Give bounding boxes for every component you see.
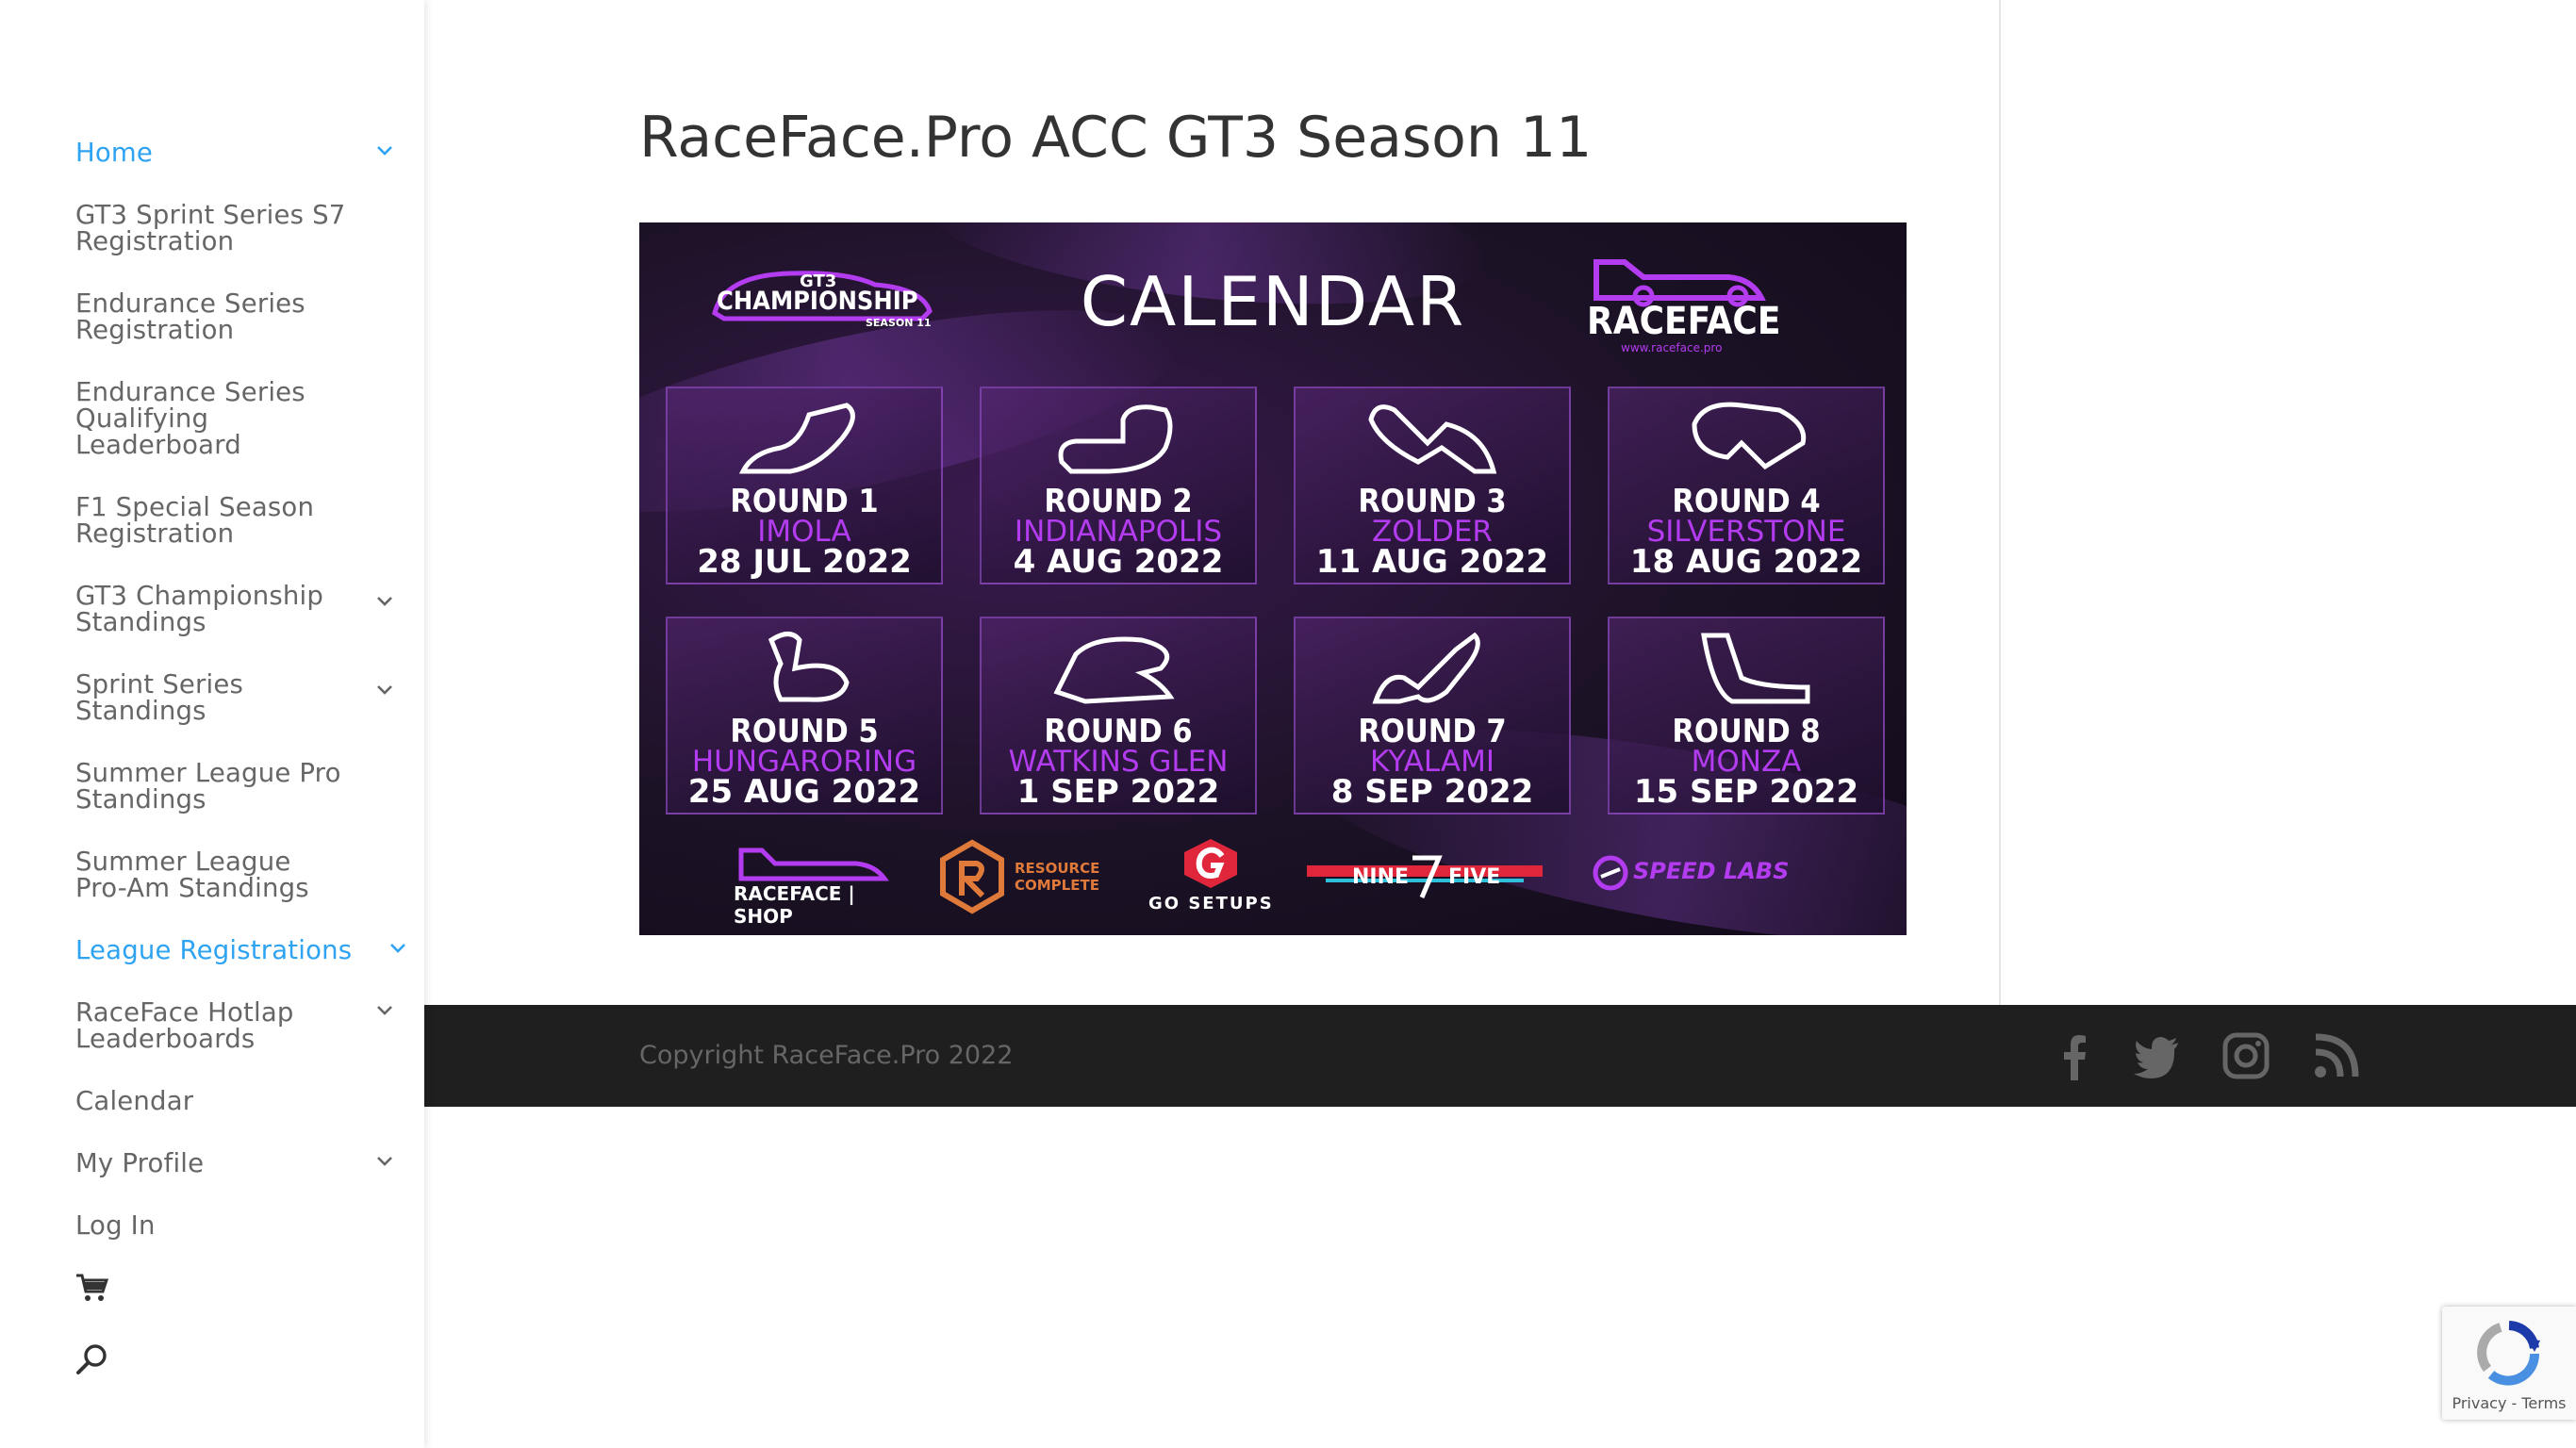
sidebar-item-label: Summer League Pro-Am Standings [75, 847, 309, 903]
track-map-icon [768, 632, 850, 702]
sidebar-item-sprint-standings[interactable]: Sprint Series Standings [75, 671, 396, 724]
resource-line2: COMPLETE [1015, 877, 1099, 894]
facebook-icon[interactable] [2050, 1031, 2099, 1080]
round-date: 28 JUL 2022 [697, 543, 912, 581]
recaptcha-terms-link[interactable]: Terms [2521, 1394, 2566, 1412]
raceface-shop-text: RACEFACE | SHOP [734, 882, 855, 928]
track-map-icon [1701, 633, 1810, 704]
recaptcha-badge[interactable]: Privacy - Terms [2442, 1307, 2576, 1420]
chevron-down-icon[interactable] [373, 679, 396, 701]
raceface-logo-main: RACEFACE [1587, 300, 1781, 343]
calendar-image[interactable]: GT3 CHAMPIONSHIP SEASON 11 CALENDAR RACE… [639, 222, 1907, 935]
sidebar-nav: Home GT3 Sprint Series S7 Registration E… [0, 0, 424, 1448]
sidebar-item-endurance-registration[interactable]: Endurance Series Registration [75, 290, 396, 343]
nine-text: NINE [1352, 865, 1410, 889]
sidebar-item-gt3-standings[interactable]: GT3 Championship Standings [75, 583, 396, 635]
sidebar-item-label: League Registrations [75, 935, 353, 965]
sidebar-item-gt3-sprint-registration[interactable]: GT3 Sprint Series S7 Registration [75, 202, 396, 255]
sidebar-item-label: Endurance Series Qualifying Leaderboard [75, 377, 305, 460]
search-icon[interactable] [75, 1342, 109, 1376]
sidebar-item-label: GT3 Championship Standings [75, 581, 324, 637]
speed-labs-text: SPEED LABS [1633, 858, 1790, 884]
sidebar-item-my-profile[interactable]: My Profile [75, 1150, 396, 1176]
round-date: 8 SEP 2022 [1330, 773, 1534, 811]
content-divider [1999, 0, 2001, 1005]
track-map-icon [738, 403, 855, 474]
sidebar-item-hotlap-leaderboards[interactable]: RaceFace Hotlap Leaderboards [75, 999, 396, 1052]
sidebar-item-label: Calendar [75, 1086, 194, 1116]
resource-complete-logo: RESOURCE COMPLETE [939, 839, 1109, 914]
sidebar-item-summer-pro[interactable]: Summer League Pro Standings [75, 760, 396, 813]
sidebar-item-label: RaceFace Hotlap Leaderboards [75, 997, 294, 1054]
sidebar-item-label: GT3 Sprint Series S7 Registration [75, 200, 346, 256]
round-card: ROUND 3 ZOLDER 11 AUG 2022 [1294, 387, 1571, 584]
track-map-icon [1053, 636, 1175, 704]
sidebar-item-summer-pro-am[interactable]: Summer League Pro-Am Standings [75, 848, 396, 901]
round-date: 1 SEP 2022 [1016, 773, 1220, 811]
go-setups-logo: GO SETUPS [1145, 837, 1277, 913]
chevron-down-icon[interactable] [387, 937, 409, 960]
sidebar-item-label: My Profile [75, 1148, 205, 1178]
round-card: ROUND 6 WATKINS GLEN 1 SEP 2022 [980, 617, 1257, 814]
raceface-shop-logo: RACEFACE | SHOP [734, 845, 894, 928]
round-date: 15 SEP 2022 [1633, 773, 1859, 811]
recaptcha-icon [2477, 1321, 2540, 1386]
sidebar-item-label: Sprint Series Standings [75, 669, 243, 726]
recaptcha-separator: - [2506, 1394, 2522, 1412]
chevron-down-icon[interactable] [373, 590, 396, 613]
round-date: 11 AUG 2022 [1315, 543, 1549, 581]
raceface-logo-url: www.raceface.pro [1621, 341, 1723, 354]
sidebar-item-log-in[interactable]: Log In [75, 1212, 396, 1239]
round-card: ROUND 4 SILVERSTONE 18 AUG 2022 [1608, 387, 1885, 584]
sidebar-item-calendar[interactable]: Calendar [75, 1088, 396, 1114]
nine-five-logo: NINE FIVE [1307, 854, 1543, 901]
twitter-icon[interactable] [2133, 1031, 2182, 1080]
sidebar-item-league-registrations[interactable]: League Registrations [75, 935, 405, 965]
round-card: ROUND 8 MONZA 15 SEP 2022 [1608, 617, 1885, 814]
round-card: ROUND 1 IMOLA 28 JUL 2022 [666, 387, 943, 584]
speed-labs-logo: SPEED LABS [1592, 852, 1827, 899]
resource-line1: RESOURCE [1015, 860, 1100, 877]
chevron-down-icon[interactable] [373, 1150, 396, 1173]
chevron-down-icon[interactable] [373, 140, 396, 162]
instagram-icon[interactable] [2221, 1031, 2271, 1080]
five-text: FIVE [1448, 865, 1501, 889]
go-setups-text: GO SETUPS [1148, 894, 1274, 913]
round-date: 4 AUG 2022 [1013, 543, 1224, 581]
track-map-icon [1368, 404, 1497, 474]
sidebar-item-label: F1 Special Season Registration [75, 492, 315, 549]
round-card: ROUND 5 HUNGARORING 25 AUG 2022 [666, 617, 943, 814]
sidebar-item-label: Home [75, 138, 154, 168]
footer: Copyright RaceFace.Pro 2022 [424, 1005, 2576, 1107]
sidebar-item-home[interactable]: Home [75, 140, 396, 166]
round-card: ROUND 2 INDIANAPOLIS 4 AUG 2022 [980, 387, 1257, 584]
page-title: RaceFace.Pro ACC GT3 Season 11 [639, 105, 1593, 171]
shopping-cart-icon[interactable] [75, 1273, 109, 1303]
recaptcha-links: Privacy - Terms [2442, 1394, 2576, 1412]
round-date: 18 AUG 2022 [1629, 543, 1863, 581]
sidebar-item-label: Endurance Series Registration [75, 288, 305, 345]
raceface-logo: RACEFACE www.raceface.pro [1587, 251, 1780, 354]
track-map-icon [1372, 632, 1480, 704]
sidebar-item-f1-registration[interactable]: F1 Special Season Registration [75, 494, 396, 547]
round-date: 25 AUG 2022 [687, 773, 921, 811]
chevron-down-icon[interactable] [373, 999, 396, 1022]
round-card: ROUND 7 KYALAMI 8 SEP 2022 [1294, 617, 1571, 814]
sidebar-item-label: Summer League Pro Standings [75, 758, 341, 814]
rss-icon[interactable] [2312, 1031, 2361, 1080]
sidebar-item-endurance-qualifying[interactable]: Endurance Series Qualifying Leaderboard [75, 379, 396, 458]
track-map-icon [1692, 402, 1807, 470]
track-map-icon [1058, 404, 1173, 474]
copyright-text: Copyright RaceFace.Pro 2022 [639, 1041, 1014, 1070]
sidebar-item-label: Log In [75, 1210, 156, 1241]
recaptcha-privacy-link[interactable]: Privacy [2452, 1394, 2506, 1412]
